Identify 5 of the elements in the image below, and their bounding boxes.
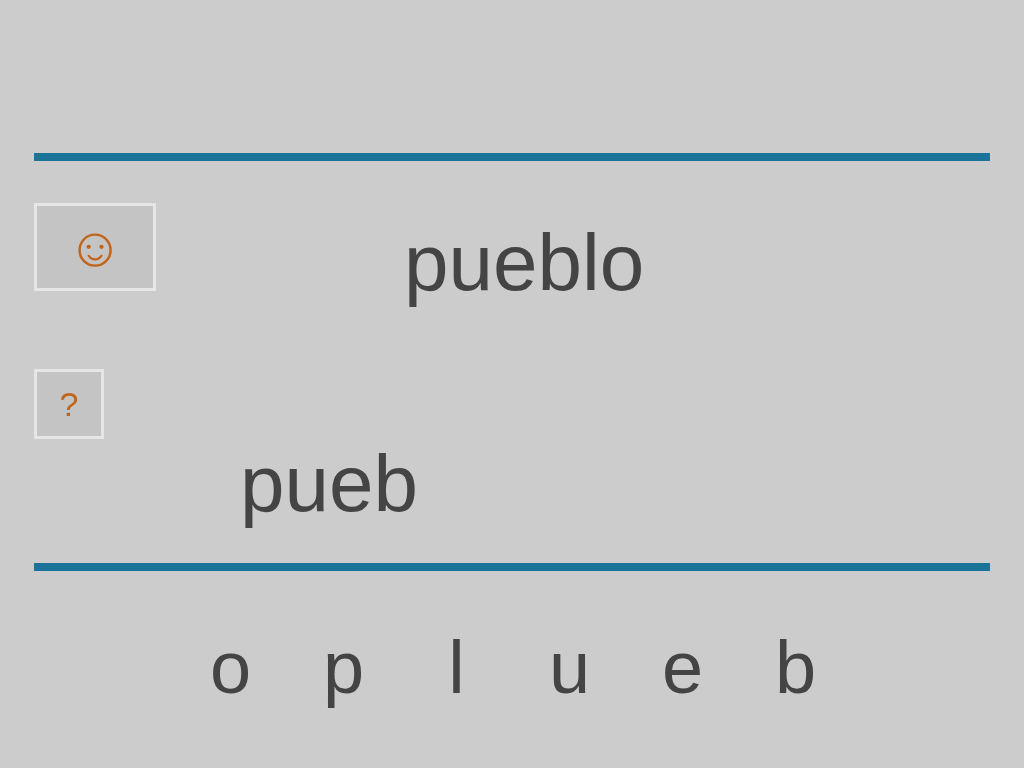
letter-tile[interactable]: l [400,631,513,705]
letter-tile[interactable]: b [739,631,852,705]
letter-tile[interactable]: u [513,631,626,705]
letter-tile[interactable]: o [174,631,287,705]
letter-tile[interactable]: e [626,631,739,705]
